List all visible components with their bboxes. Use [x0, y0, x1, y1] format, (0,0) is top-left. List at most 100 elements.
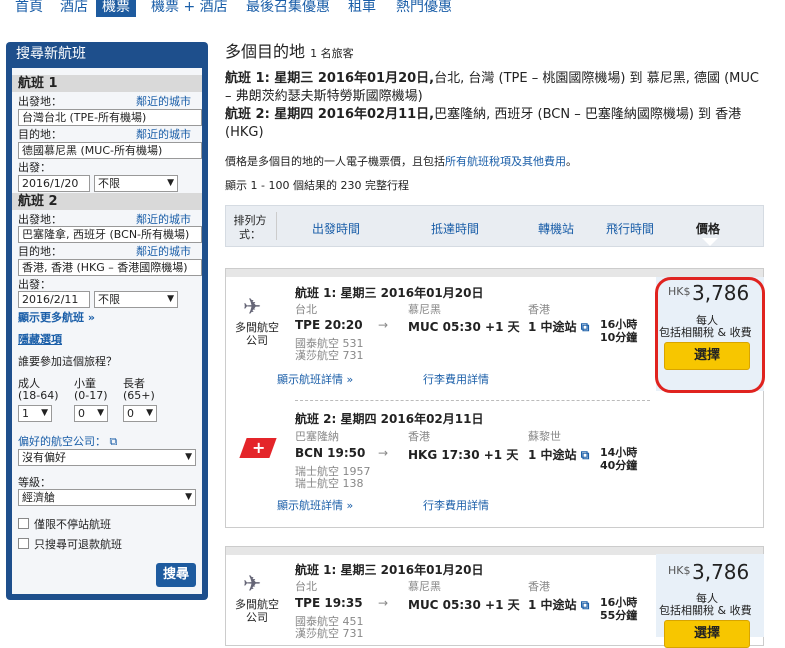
leg2-fees-link[interactable]: 行李費用詳情 — [423, 497, 489, 513]
popup-icon: ⧉ — [580, 448, 590, 462]
leg1-fees-link[interactable]: 行李費用詳情 — [423, 371, 489, 387]
preferred-airline-value: 沒有偏好 — [22, 451, 66, 464]
more-flights-link[interactable]: 顯示更多航班 » — [18, 309, 95, 325]
tab-flights[interactable]: 機票 — [96, 0, 136, 17]
refundable-checkbox[interactable] — [18, 538, 29, 549]
sort-divider — [276, 212, 277, 240]
chevron-down-icon: ▼ — [146, 408, 153, 418]
adult-range: (18-64) — [18, 389, 59, 402]
leg1-arr-city: 慕尼黑 — [408, 303, 441, 316]
sort-bar: 排列方式： 出發時間 抵達時間 轉機站 飛行時間 價格 — [225, 205, 764, 247]
leg2-stops[interactable]: 1 中途站 ⧉ — [528, 446, 589, 463]
flight2-time-value: 不限 — [98, 293, 120, 306]
sort-price[interactable]: 價格 — [696, 220, 720, 237]
flight1-to-label: 目的地： — [18, 128, 62, 141]
leg1-carrier2: 漢莎航空 731 — [295, 627, 364, 640]
flight2-to-input[interactable]: 香港, 香港 (HKG – 香港國際機場) — [18, 259, 202, 276]
leg1-details-text: 顯示航班詳情 — [277, 373, 343, 386]
leg1-heading: 航班 1: 星期三 2016年01月20日 — [295, 563, 484, 577]
leg1-stops-text: 1 中途站 — [528, 320, 577, 334]
traveler-question: 誰要參加這個旅程？ — [18, 355, 117, 368]
hide-options-link[interactable]: 隱藏選項 — [18, 331, 62, 347]
arrow-right-icon: → — [378, 446, 389, 460]
sort-label: 排列方式： — [233, 214, 267, 241]
fees-link[interactable]: 所有航班稅項及其他費用 — [445, 155, 566, 168]
arrow-right-icon: → — [378, 318, 389, 332]
price-note-end: 。 — [566, 155, 577, 168]
class-label: 等級： — [18, 476, 51, 489]
leg2-arr-city: 香港 — [408, 430, 430, 443]
class-value: 經濟艙 — [22, 491, 55, 504]
leg2-dep-city: 巴塞隆納 — [295, 430, 339, 443]
flight2-to-label: 目的地： — [18, 245, 62, 258]
flight1-summary-date: 航班 1: 星期三 2016年01月20日, — [225, 71, 435, 86]
flight2-summary-date: 航班 2: 星期四 2016年02月11日, — [225, 107, 435, 122]
leg1-details-link[interactable]: 顯示航班詳情 » — [277, 371, 353, 387]
double-chevron-down-icon: » — [87, 311, 95, 324]
preferred-airline-select[interactable]: 沒有偏好 ▼ — [18, 449, 196, 466]
leg2-stop-city: 蘇黎世 — [528, 430, 561, 443]
tab-home[interactable]: 首頁 — [9, 0, 49, 17]
flight2-time-select[interactable]: 不限 ▼ — [94, 291, 178, 308]
price-note: 價格是多個目的地的一人電子機票價，且包括所有航班稅項及其他費用。 — [225, 153, 577, 169]
leg1-stops[interactable]: 1 中途站 ⧉ — [528, 596, 589, 613]
child-value: 0 — [78, 407, 85, 420]
leg1-arrival: MUC 05:30 +1 天 — [408, 598, 520, 612]
sort-arrival[interactable]: 抵達時間 — [431, 220, 479, 237]
leg1-stop-city: 香港 — [528, 303, 550, 316]
price-note-text: 價格是多個目的地的一人電子機票價，且包括 — [225, 155, 445, 168]
airplane-icon: ✈ — [243, 295, 262, 320]
sort-duration[interactable]: 飛行時間 — [606, 220, 654, 237]
arrow-right-icon: → — [378, 596, 389, 610]
tab-car-rental[interactable]: 租車 — [342, 0, 382, 17]
flight1-from-label: 出發地： — [18, 95, 62, 108]
leg1-stops-text: 1 中途站 — [528, 598, 577, 612]
flight2-date-label: 出發： — [18, 278, 51, 291]
page-title: 多個目的地 1 名旅客 — [225, 38, 354, 62]
leg1-arr-city: 慕尼黑 — [408, 580, 441, 593]
popup-icon: ⧉ — [580, 320, 590, 334]
preferred-airline-text: 偏好的航空公司： — [18, 435, 106, 448]
flight2-section-header: 航班 2 — [12, 193, 202, 210]
flight2-summary: 航班 2: 星期四 2016年02月11日,巴塞隆納, 西班牙 (BCN – 巴… — [225, 106, 765, 142]
flight2-from-label: 出發地： — [18, 213, 62, 226]
flight1-from-input[interactable]: 台灣台北 (TPE-所有機場) — [18, 109, 202, 126]
senior-select[interactable]: 0 ▼ — [123, 405, 157, 422]
nonstop-checkbox[interactable] — [18, 518, 29, 529]
child-select[interactable]: 0 ▼ — [74, 405, 108, 422]
flight2-date-input[interactable]: 2016/2/11 — [18, 291, 90, 308]
flight1-section-header: 航班 1 — [12, 75, 202, 92]
leg-divider — [295, 400, 650, 401]
preferred-airline-label[interactable]: 偏好的航空公司： ⧉ — [18, 433, 117, 449]
tab-flight-hotel[interactable]: 機票 + 酒店 — [145, 0, 234, 17]
leg1-dep-city: 台北 — [295, 580, 317, 593]
sort-departure[interactable]: 出發時間 — [312, 220, 360, 237]
search-button[interactable]: 搜尋 — [156, 563, 196, 587]
nonstop-label: 僅限不停站航班 — [34, 518, 111, 531]
flight2-from-input[interactable]: 巴塞隆拿, 西班牙 (BCN-所有機場) — [18, 226, 202, 243]
tab-last-minute[interactable]: 最後召集優惠 — [240, 0, 336, 17]
leg1-heading: 航班 1: 星期三 2016年01月20日 — [295, 286, 484, 300]
leg1-duration: 16小時 10分鐘 — [600, 318, 638, 344]
flight1-time-value: 不限 — [98, 177, 120, 190]
flight1-date-input[interactable]: 2016/1/20 — [18, 175, 90, 192]
senior-value: 0 — [127, 407, 134, 420]
leg2-details-link[interactable]: 顯示航班詳情 » — [277, 497, 353, 513]
card-top-strip — [226, 269, 763, 277]
class-select[interactable]: 經濟艙 ▼ — [18, 489, 196, 506]
select-button[interactable]: 選擇 — [664, 620, 750, 648]
top-navigation: 首頁 酒店 機票 機票 + 酒店 最後召集優惠 租車 熱門優惠 — [0, 0, 785, 17]
tab-hot-deals[interactable]: 熱門優惠 — [390, 0, 458, 17]
popup-icon: ⧉ — [109, 435, 118, 448]
flight1-to-input[interactable]: 德國慕尼黑 (MUC-所有機場) — [18, 142, 202, 159]
leg2-departure: BCN 19:50 — [295, 446, 366, 460]
price-highlight-ring — [655, 277, 765, 393]
leg1-departure: TPE 20:20 — [295, 318, 363, 332]
leg1-stops[interactable]: 1 中途站 ⧉ — [528, 318, 589, 335]
leg1-arrival: MUC 05:30 +1 天 — [408, 320, 520, 334]
sort-stops[interactable]: 轉機站 — [538, 220, 574, 237]
adult-select[interactable]: 1 ▼ — [18, 405, 52, 422]
chevron-down-icon: ▼ — [41, 408, 48, 418]
flight1-time-select[interactable]: 不限 ▼ — [94, 175, 178, 192]
tab-hotels[interactable]: 酒店 — [54, 0, 94, 17]
